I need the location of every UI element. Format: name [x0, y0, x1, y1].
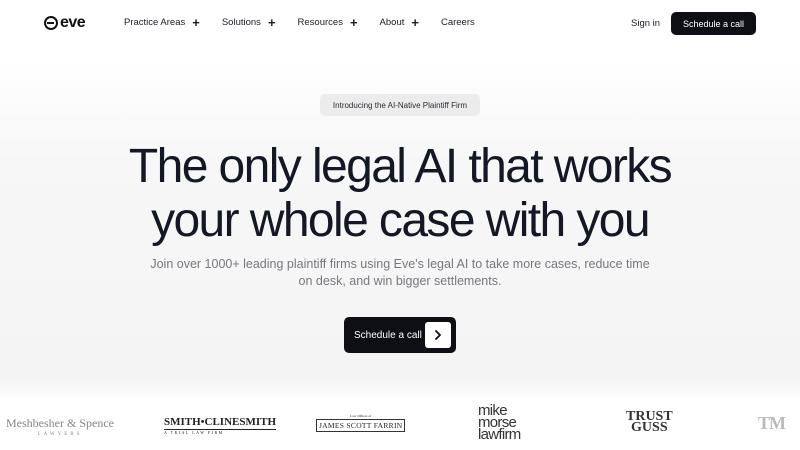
plus-icon: + — [267, 15, 276, 30]
nav-label: Practice Areas — [124, 17, 186, 28]
nav-label: Careers — [440, 17, 475, 28]
top-nav: eve Practice Areas + Solutions + Resourc… — [0, 0, 800, 46]
eve-logo-icon — [44, 16, 58, 30]
plus-icon: + — [192, 15, 200, 30]
plus-icon: + — [349, 15, 358, 30]
eve-logo[interactable]: eve — [44, 14, 86, 32]
brand-name: eve — [60, 14, 86, 31]
client-logo-mike-morse: mike morse lawfirm — [478, 403, 521, 443]
cta-label: Schedule a call — [354, 329, 422, 341]
nav-careers[interactable]: Careers — [441, 17, 475, 28]
client-logo-partial: TM — [758, 413, 786, 433]
nav-label: About — [379, 17, 405, 28]
hero-headline: The only legal AI that works your whole … — [0, 140, 800, 248]
hero-subtitle: Join over 1000+ leading plaintiff firms … — [150, 257, 650, 288]
client-logo-smith-clinesmith: SMITH•CLINESMITH A TRIAL LAW FIRM — [164, 416, 277, 435]
client-logo-meshbesher: Meshbesher & Spence LAWYERS — [6, 416, 114, 437]
chevron-right-icon — [425, 322, 451, 348]
nav-practice-areas[interactable]: Practice Areas + — [124, 15, 200, 30]
headline-line-1: The only legal AI that works — [128, 140, 673, 193]
client-tagline: Law Offices of — [350, 414, 372, 418]
announcement-badge[interactable]: Introducing the AI-Native Plaintiff Firm — [320, 94, 480, 116]
nav-links: Practice Areas + Solutions + Resources +… — [124, 15, 497, 30]
client-logo-strip: Meshbesher & Spence LAWYERS SMITH•CLINES… — [0, 400, 800, 450]
nav-about[interactable]: About + — [379, 15, 419, 30]
client-logo-james-scott-farrin: Law Offices of JAMES SCOTT FARRIN — [316, 414, 406, 432]
nav-label: Resources — [297, 17, 343, 28]
schedule-call-button-nav[interactable]: Schedule a call — [671, 12, 756, 35]
client-name: SMITH•CLINESMITH — [164, 416, 277, 428]
client-name-line: GUSS — [631, 420, 668, 435]
client-name: JAMES SCOTT FARRIN — [316, 419, 406, 432]
sign-in-link[interactable]: Sign in — [631, 18, 660, 29]
plus-icon: + — [411, 15, 419, 30]
schedule-call-button-hero[interactable]: Schedule a call — [344, 317, 456, 353]
client-name-line: lawfirm — [478, 426, 521, 443]
client-name: Meshbesher & Spence — [6, 416, 114, 430]
nav-label: Solutions — [221, 17, 261, 28]
headline-line-2: your whole case with you — [151, 194, 650, 247]
nav-solutions[interactable]: Solutions + — [221, 15, 276, 30]
client-tagline: A TRIAL LAW FIRM — [164, 429, 277, 435]
client-tagline: LAWYERS — [37, 432, 83, 437]
client-logo-trust-guss: TRUST GUSS — [626, 410, 673, 435]
nav-resources[interactable]: Resources + — [297, 15, 358, 30]
